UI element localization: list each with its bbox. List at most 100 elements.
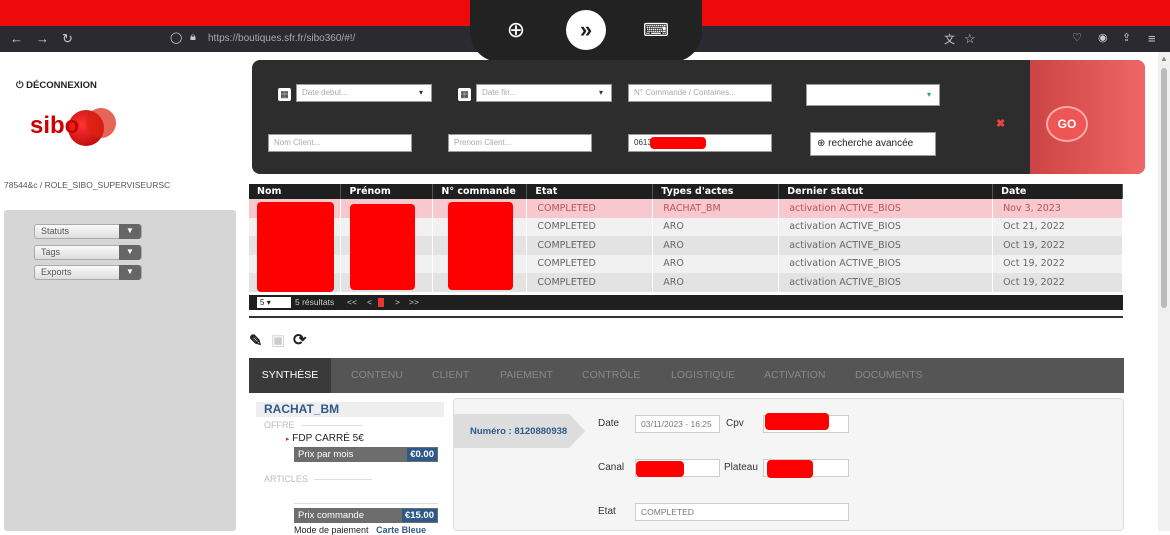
mode-paiement-value: Carte Bleue <box>376 525 427 535</box>
clear-icon[interactable]: ✖ <box>996 117 1005 130</box>
etat-label: Etat <box>598 506 616 517</box>
cell-type: ARO <box>652 217 780 236</box>
back-icon[interactable]: ← <box>10 31 23 46</box>
tab-documents[interactable]: DOCUMENTS <box>855 358 923 393</box>
keyboard-icon[interactable]: ⌨ <box>636 10 676 50</box>
date-field[interactable]: 03/11/2023 - 16:25 <box>635 415 720 433</box>
redaction <box>636 461 684 477</box>
sibo-logo: sibo <box>26 102 122 152</box>
redaction <box>650 137 706 149</box>
pocket-icon[interactable]: ♡ <box>1072 31 1082 44</box>
tags-menu[interactable]: Tags ▼ <box>34 245 142 260</box>
canal-label: Canal <box>598 462 625 473</box>
prix-mois-bar: Prix par mois €0.00 <box>294 447 438 462</box>
cell-etat: COMPLETED <box>526 236 654 255</box>
go-button[interactable]: GO <box>1046 106 1088 142</box>
shield-icon[interactable]: ◯ <box>170 31 182 44</box>
pager-current[interactable] <box>378 298 384 307</box>
cell-date: Oct 19, 2022 <box>992 236 1123 255</box>
calendar-icon[interactable]: ▦ <box>458 88 471 101</box>
nom-client-input[interactable]: Nom Client... <box>268 134 412 152</box>
forward-icon[interactable]: → <box>36 31 49 46</box>
scrollbar-thumb[interactable] <box>1161 68 1167 308</box>
cell-etat: COMPLETED <box>526 217 654 236</box>
synthese-summary: RACHAT_BM OFFRE ▸ FDP CARRÉ 5€ Prix par … <box>256 400 444 535</box>
offre-label: OFFRE <box>264 420 295 430</box>
page-size-select[interactable]: 5 ▾ <box>257 297 291 308</box>
pager: 5 ▾ 5 résultats << < > >> <box>249 295 1123 310</box>
tab-controle[interactable]: CONTRÔLE <box>582 358 640 393</box>
header-prenom[interactable]: Prénom <box>340 184 434 199</box>
advanced-search-button[interactable]: ⊕ recherche avancée <box>810 132 936 156</box>
divider <box>249 316 1123 318</box>
forward-arrow-icon[interactable]: » <box>566 10 606 50</box>
date-label: Date <box>598 418 620 429</box>
account-icon[interactable]: ◉ <box>1098 31 1108 44</box>
prenom-client-input[interactable]: Prenom Client... <box>448 134 592 152</box>
cell-statut: activation ACTIVE_BIOS <box>778 199 994 218</box>
bullet-icon: ▸ <box>286 436 290 443</box>
translate-icon[interactable]: 文 <box>944 31 955 47</box>
cell-type: ARO <box>652 273 780 292</box>
chevron-down-icon[interactable]: ▼ <box>119 224 141 239</box>
pager-last[interactable]: >> <box>409 297 419 307</box>
pager-prev[interactable]: < <box>367 297 372 307</box>
scrollbar[interactable]: ▲ <box>1158 52 1170 531</box>
menu-icon[interactable]: ≡ <box>1148 31 1156 46</box>
exports-menu[interactable]: Exports ▼ <box>34 265 142 280</box>
header-types[interactable]: Types d'actes <box>652 184 780 199</box>
date-debut-input[interactable]: Date debut... ▾ <box>296 84 432 102</box>
cell-type: RACHAT_BM <box>652 199 780 218</box>
refresh-icon[interactable]: ⟳ <box>293 330 306 350</box>
header-etat[interactable]: Etat <box>526 184 654 199</box>
date-debut-placeholder: Date debut... <box>302 88 348 97</box>
articles-label: ARTICLES <box>264 474 308 484</box>
bookmark-star-icon[interactable]: ☆ <box>964 31 976 47</box>
chevron-down-icon[interactable]: ▼ <box>119 265 141 280</box>
date-fin-placeholder: Date fin... <box>482 88 517 97</box>
calendar-icon[interactable]: ▦ <box>278 88 291 101</box>
cell-type: ARO <box>652 236 780 255</box>
filter-select[interactable]: ▾ <box>806 84 940 106</box>
plateau-label: Plateau <box>724 462 758 473</box>
advanced-search-label: recherche avancée <box>828 138 914 149</box>
redaction <box>257 202 334 292</box>
tab-synthese[interactable]: SYNTHÈSE <box>249 358 331 393</box>
edit-icon[interactable]: ✎ <box>249 331 262 351</box>
divider <box>314 479 372 480</box>
pager-next[interactable]: > <box>395 297 400 307</box>
cell-date: Oct 21, 2022 <box>992 217 1123 236</box>
tab-logistique[interactable]: LOGISTIQUE <box>671 358 735 393</box>
plus-circle-icon: ⊕ <box>817 138 826 149</box>
chevron-down-icon: ▾ <box>418 88 423 97</box>
etat-field[interactable]: COMPLETED <box>635 503 849 521</box>
cell-date: Oct 19, 2022 <box>992 254 1123 273</box>
header-statut[interactable]: Dernier statut <box>778 184 994 199</box>
divider <box>294 503 438 504</box>
prix-commande-bar: Prix commande €15.00 <box>294 508 438 523</box>
lock-icon[interactable]: 🔒︎ <box>190 31 196 44</box>
scroll-up-icon[interactable]: ▲ <box>1160 54 1168 63</box>
cell-statut: activation ACTIVE_BIOS <box>778 236 994 255</box>
pager-first[interactable]: << <box>347 297 357 307</box>
zoom-in-icon[interactable]: ⊕ <box>496 10 536 50</box>
tab-client[interactable]: CLIENT <box>432 358 469 393</box>
chevron-down-icon[interactable]: ▼ <box>119 245 141 260</box>
tab-contenu[interactable]: CONTENU <box>351 358 403 393</box>
statuts-menu[interactable]: Statuts ▼ <box>34 224 142 239</box>
save-icon[interactable]: ▣ <box>271 331 285 349</box>
date-fin-input[interactable]: Date fin... ▾ <box>476 84 612 102</box>
header-date[interactable]: Date <box>992 184 1123 199</box>
exports-label: Exports <box>41 267 72 277</box>
extensions-icon[interactable]: ⇪ <box>1122 31 1131 44</box>
commande-input[interactable]: N° Commande / Containes... <box>628 84 772 102</box>
prix-commande-value: €15.00 <box>401 509 437 522</box>
numero-label: Numéro : 8120880938 <box>470 426 568 437</box>
logout-link[interactable]: ⏻ DÉCONNEXION <box>16 80 97 91</box>
tab-activation[interactable]: ACTIVATION <box>764 358 825 393</box>
header-commande[interactable]: N° commande <box>432 184 528 199</box>
reload-icon[interactable]: ↻ <box>62 31 73 47</box>
header-nom[interactable]: Nom <box>249 184 342 199</box>
prix-mois-value: €0.00 <box>407 448 437 461</box>
tab-paiement[interactable]: PAIEMENT <box>500 358 553 393</box>
